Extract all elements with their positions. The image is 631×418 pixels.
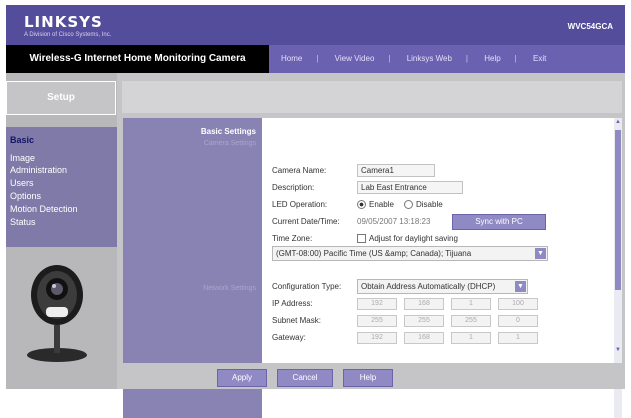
nav-links: Home | View Video | Linksys Web | Help | Exi… — [281, 45, 560, 73]
gateway-octet-3[interactable]: 1 — [451, 332, 491, 344]
timezone-label: Time Zone: — [272, 234, 313, 243]
led-operation-label: LED Operation: — [272, 200, 328, 209]
nav-home[interactable]: Home — [281, 54, 302, 63]
subnet-mask-label: Subnet Mask: — [272, 316, 321, 325]
led-enable-radio[interactable]: Enable — [357, 200, 394, 210]
section-camera-settings: Camera Settings — [203, 140, 256, 147]
dst-label: Adjust for daylight saving — [369, 234, 458, 243]
gateway-octet-2[interactable]: 168 — [404, 332, 444, 344]
camera-name-input[interactable]: Camera1 — [357, 164, 435, 177]
description-input[interactable]: Lab East Entrance — [357, 181, 463, 194]
main-header — [122, 81, 622, 113]
config-type-select[interactable]: Obtain Address Automatically (DHCP) ▼ — [357, 279, 528, 294]
sidebar-item-motion-detection[interactable]: Motion Detection — [10, 204, 78, 214]
gateway-label: Gateway: — [272, 333, 306, 342]
nav-help[interactable]: Help — [484, 54, 500, 63]
section-basic-settings: Basic Settings — [200, 127, 256, 136]
action-bar: Apply Cancel Help — [117, 363, 625, 389]
nav-separator: | — [514, 54, 517, 63]
camera-icon — [27, 265, 87, 362]
ip-address-label: IP Address: — [272, 299, 313, 308]
sidebar-item-administration[interactable]: Administration — [10, 165, 67, 175]
help-button[interactable]: Help — [343, 369, 393, 387]
scroll-up-icon[interactable]: ▲ — [614, 118, 622, 126]
nav-separator: | — [465, 54, 468, 63]
datetime-label: Current Date/Time: — [272, 217, 340, 226]
chevron-down-icon: ▼ — [535, 248, 546, 259]
gateway-octet-1[interactable]: 192 — [357, 332, 397, 344]
subnet-octet-4[interactable]: 0 — [498, 315, 538, 327]
apply-button[interactable]: Apply — [217, 369, 267, 387]
sidebar-menu: Basic Image Administration Users Options… — [6, 127, 117, 247]
nav-view-video[interactable]: View Video — [335, 54, 375, 63]
section-network-settings: Network Settings — [203, 285, 256, 292]
product-title: Wireless-G Internet Home Monitoring Came… — [6, 45, 269, 73]
nav-separator: | — [388, 54, 391, 63]
ip-octet-4[interactable]: 100 — [498, 298, 538, 310]
scroll-down-icon[interactable]: ▼ — [614, 346, 622, 354]
sidebar-item-image[interactable]: Image — [10, 153, 35, 163]
timezone-value: (GMT-08:00) Pacific Time (US &amp; Canad… — [276, 249, 472, 258]
subnet-octet-1[interactable]: 255 — [357, 315, 397, 327]
chevron-down-icon: ▼ — [515, 281, 526, 292]
checkbox-icon — [357, 234, 366, 244]
led-disable-label: Disable — [416, 200, 443, 209]
nav-linksys-web[interactable]: Linksys Web — [407, 54, 452, 63]
sidebar-item-users[interactable]: Users — [10, 178, 34, 188]
dst-checkbox[interactable]: Adjust for daylight saving — [357, 234, 458, 244]
description-label: Description: — [272, 183, 315, 192]
datetime-value: 09/05/2007 13:18:23 — [357, 217, 431, 226]
sidebar-item-basic[interactable]: Basic — [10, 135, 34, 145]
cancel-button[interactable]: Cancel — [277, 369, 333, 387]
subnet-octet-2[interactable]: 255 — [404, 315, 444, 327]
gateway-octet-4[interactable]: 1 — [498, 332, 538, 344]
sidebar-item-status[interactable]: Status — [10, 217, 36, 227]
sidebar-item-options[interactable]: Options — [10, 191, 41, 201]
scroll-thumb[interactable] — [615, 130, 621, 290]
setup-tab[interactable]: Setup — [6, 81, 116, 115]
model-number: WVC54GCA — [567, 22, 613, 31]
radio-icon — [404, 200, 413, 210]
radio-selected-icon — [357, 200, 366, 210]
ip-octet-3[interactable]: 1 — [451, 298, 491, 310]
main-panel: Basic Settings Camera Settings Network S… — [117, 73, 625, 418]
subnet-octet-3[interactable]: 255 — [451, 315, 491, 327]
logo-subtitle: A Division of Cisco Systems, Inc. — [24, 32, 112, 38]
led-enable-label: Enable — [369, 200, 394, 209]
nav-separator: | — [316, 54, 319, 63]
linksys-logo: LINKSYS — [24, 13, 103, 31]
app-frame: LINKSYS A Division of Cisco Systems, Inc… — [0, 0, 631, 418]
camera-name-label: Camera Name: — [272, 166, 327, 175]
config-type-label: Configuration Type: — [272, 282, 342, 291]
sync-with-pc-button[interactable]: Sync with PC — [452, 214, 546, 230]
nav-exit[interactable]: Exit — [533, 54, 546, 63]
led-disable-radio[interactable]: Disable — [404, 200, 443, 210]
header-bar: LINKSYS A Division of Cisco Systems, Inc… — [6, 5, 625, 45]
ip-octet-2[interactable]: 168 — [404, 298, 444, 310]
ip-octet-1[interactable]: 192 — [357, 298, 397, 310]
nav-bar: Wireless-G Internet Home Monitoring Came… — [6, 45, 625, 73]
config-type-value: Obtain Address Automatically (DHCP) — [361, 282, 496, 291]
timezone-select[interactable]: (GMT-08:00) Pacific Time (US &amp; Canad… — [272, 246, 548, 261]
